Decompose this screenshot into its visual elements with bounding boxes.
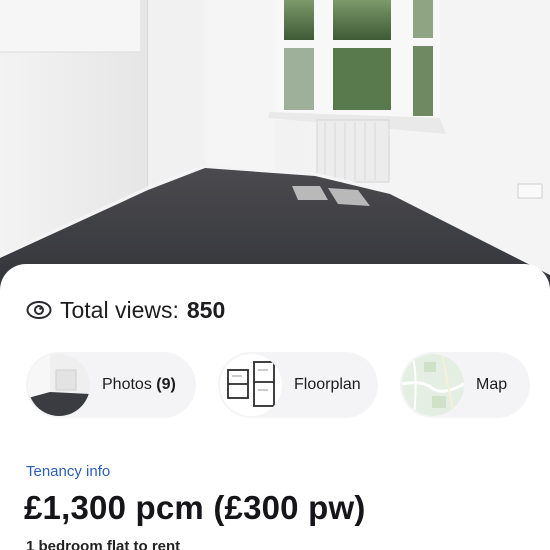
media-chips: Photos (9) Floorplan Map — [26, 352, 530, 418]
views-label: Total views: — [60, 296, 179, 323]
property-photo[interactable] — [0, 0, 550, 290]
floorplan-label: Floorplan — [294, 376, 361, 393]
photos-thumbnail — [28, 354, 90, 416]
tenancy-info-link[interactable]: Tenancy info — [26, 463, 110, 480]
photos-count: (9) — [156, 376, 176, 393]
property-subtitle: 1 bedroom flat to rent — [26, 538, 181, 550]
photos-button[interactable]: Photos (9) — [26, 352, 196, 418]
views-count: 850 — [186, 296, 226, 323]
map-thumbnail — [402, 354, 464, 416]
photos-label: Photos — [102, 376, 152, 393]
total-views: Total views: 850 — [26, 295, 225, 325]
map-label: Map — [476, 376, 508, 393]
rent-price: £1,300 pcm (£300 pw) — [24, 489, 366, 526]
floorplan-thumbnail — [220, 354, 282, 416]
map-button[interactable]: Map — [400, 352, 530, 418]
floorplan-button[interactable]: Floorplan — [218, 352, 378, 418]
eye-icon — [26, 296, 54, 324]
